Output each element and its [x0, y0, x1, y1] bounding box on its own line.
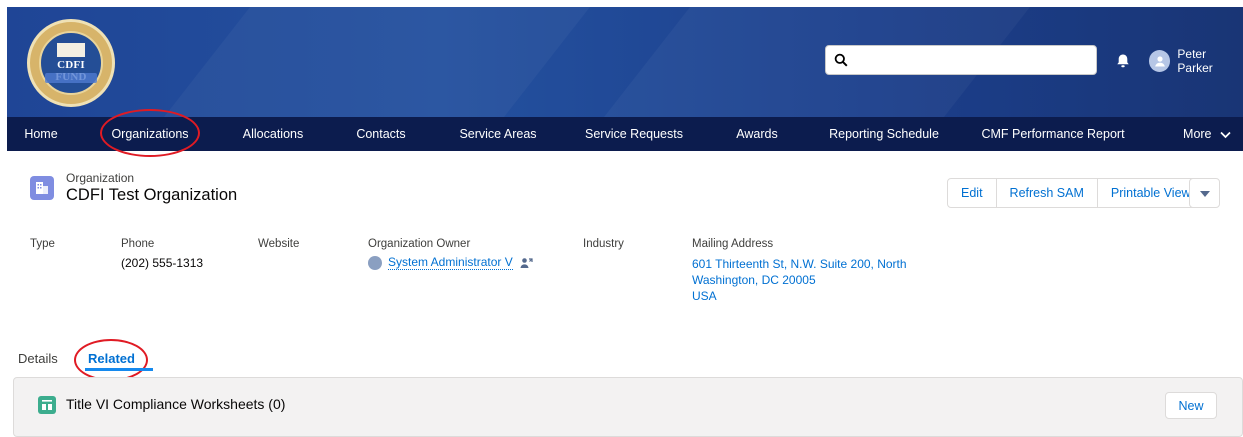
owner-link[interactable]: System Administrator V: [388, 255, 513, 270]
refresh-sam-button[interactable]: Refresh SAM: [997, 179, 1098, 207]
search-input[interactable]: [854, 49, 1094, 73]
nav-item-cmf-performance-report[interactable]: CMF Performance Report: [981, 117, 1124, 151]
dropdown-arrow-icon: [1200, 191, 1210, 197]
mailing-address-label: Mailing Address: [692, 238, 774, 250]
building-glyph: [36, 182, 48, 194]
nav-item-awards[interactable]: Awards: [736, 117, 777, 151]
owner-label: Organization Owner: [368, 238, 471, 250]
address-line-2: Washington, DC 20005: [692, 273, 816, 287]
nav-item-contacts[interactable]: Contacts: [356, 117, 405, 151]
nav-more-menu[interactable]: More: [1183, 117, 1231, 151]
nav-item-reporting-schedule[interactable]: Reporting Schedule: [829, 117, 939, 151]
related-list-title[interactable]: Title VI Compliance Worksheets (0): [66, 396, 285, 412]
nav-item-service-areas[interactable]: Service Areas: [459, 117, 536, 151]
phone-value[interactable]: (202) 555-1313: [121, 256, 203, 270]
logo-band: [45, 73, 97, 83]
worksheet-glyph: [42, 400, 52, 410]
phone-label: Phone: [121, 238, 155, 250]
chevron-down-icon: [1220, 131, 1231, 138]
cdfi-fund-logo[interactable]: CDFI FUND: [27, 19, 115, 107]
logo-seal: CDFI FUND: [39, 31, 103, 95]
new-button[interactable]: New: [1165, 392, 1217, 419]
nav-item-allocations[interactable]: Allocations: [243, 117, 303, 151]
annotation-circle-organizations: [100, 109, 200, 157]
search-icon: [834, 53, 848, 67]
industry-label: Industry: [583, 238, 624, 250]
worksheet-icon: [38, 396, 56, 414]
tab-related[interactable]: Related: [88, 351, 135, 366]
website-label: Website: [258, 238, 300, 250]
record-title: CDFI Test Organization: [66, 186, 238, 204]
tab-details[interactable]: Details: [18, 351, 58, 366]
global-search[interactable]: [825, 45, 1097, 75]
printable-view-button[interactable]: Printable View: [1098, 179, 1204, 207]
owner-field: System Administrator V: [368, 255, 533, 270]
global-header: CDFI FUND Peter Parker: [7, 7, 1243, 117]
bell-icon[interactable]: [1115, 53, 1131, 69]
nav-item-home[interactable]: Home: [24, 117, 57, 151]
user-silhouette: [1154, 56, 1165, 67]
owner-avatar-icon: [368, 255, 382, 270]
more-actions-dropdown[interactable]: [1189, 178, 1220, 208]
change-owner-icon[interactable]: [520, 257, 533, 269]
user-avatar-icon: [1149, 50, 1171, 72]
address-line-1: 601 Thirteenth St, N.W. Suite 200, North: [692, 257, 907, 271]
active-tab-indicator: [85, 368, 153, 371]
related-list-card: Title VI Compliance Worksheets (0): [13, 377, 1243, 437]
nav-item-service-requests[interactable]: Service Requests: [585, 117, 683, 151]
object-type-label: Organization: [66, 171, 135, 185]
nav-more-label: More: [1183, 127, 1212, 141]
type-label: Type: [30, 238, 55, 250]
logo-building: [57, 43, 85, 57]
header-decoration: [164, 7, 590, 117]
edit-button[interactable]: Edit: [948, 179, 997, 207]
user-profile[interactable]: Peter Parker: [1149, 47, 1243, 75]
record-action-group: Edit Refresh SAM Printable View: [947, 178, 1205, 208]
mailing-address-link[interactable]: 601 Thirteenth St, N.W. Suite 200, North…: [692, 256, 907, 304]
organization-record-icon: [30, 176, 54, 200]
user-name: Peter Parker: [1177, 47, 1213, 75]
address-line-3: USA: [692, 289, 717, 303]
